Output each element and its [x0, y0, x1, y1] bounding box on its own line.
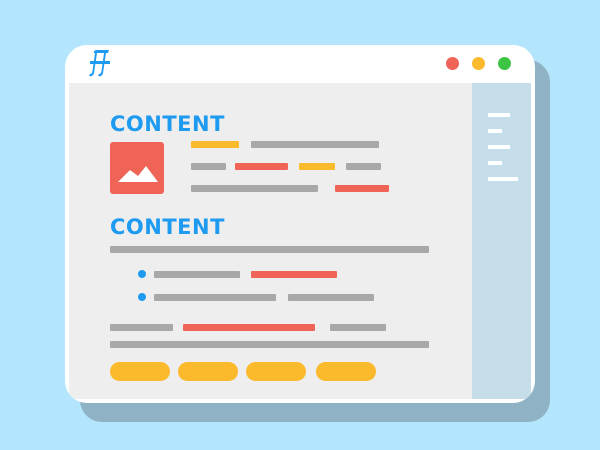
text-line: [299, 163, 335, 170]
minimize-button[interactable]: [472, 57, 485, 70]
text-line: [154, 294, 276, 301]
bullet-dot: [138, 270, 146, 278]
text-line: [154, 271, 240, 278]
content-area: CONTENT CONTENT: [69, 83, 472, 399]
text-line: [110, 341, 429, 348]
text-line: [288, 294, 374, 301]
text-line: [110, 246, 429, 253]
text-line: [335, 185, 389, 192]
sidebar-item[interactable]: [488, 161, 502, 165]
image-glyph: [118, 166, 158, 182]
section-heading: CONTENT: [110, 112, 225, 136]
sidebar-item[interactable]: [488, 113, 510, 117]
title-bar: [65, 45, 535, 83]
logo-glyph: [89, 50, 110, 77]
section-heading: CONTENT: [110, 215, 225, 239]
action-button[interactable]: [316, 362, 376, 381]
close-button[interactable]: [446, 57, 459, 70]
text-line: [346, 163, 381, 170]
text-line: [191, 185, 318, 192]
action-button[interactable]: [110, 362, 170, 381]
sidebar-item[interactable]: [488, 145, 510, 149]
maximize-button[interactable]: [498, 57, 511, 70]
text-line: [330, 324, 386, 331]
text-line: [191, 141, 239, 148]
text-line: [235, 163, 288, 170]
text-line: [251, 141, 379, 148]
text-line: [251, 271, 337, 278]
image-icon: [110, 142, 164, 194]
bullet-dot: [138, 293, 146, 301]
text-line: [110, 324, 173, 331]
sidebar-item[interactable]: [488, 177, 518, 181]
text-line: [183, 324, 315, 331]
sidebar-item[interactable]: [488, 129, 502, 133]
action-button[interactable]: [178, 362, 238, 381]
browser-window: CONTENT CONTENT: [65, 45, 535, 403]
sidebar: [472, 83, 531, 399]
text-line: [191, 163, 226, 170]
action-button[interactable]: [246, 362, 306, 381]
